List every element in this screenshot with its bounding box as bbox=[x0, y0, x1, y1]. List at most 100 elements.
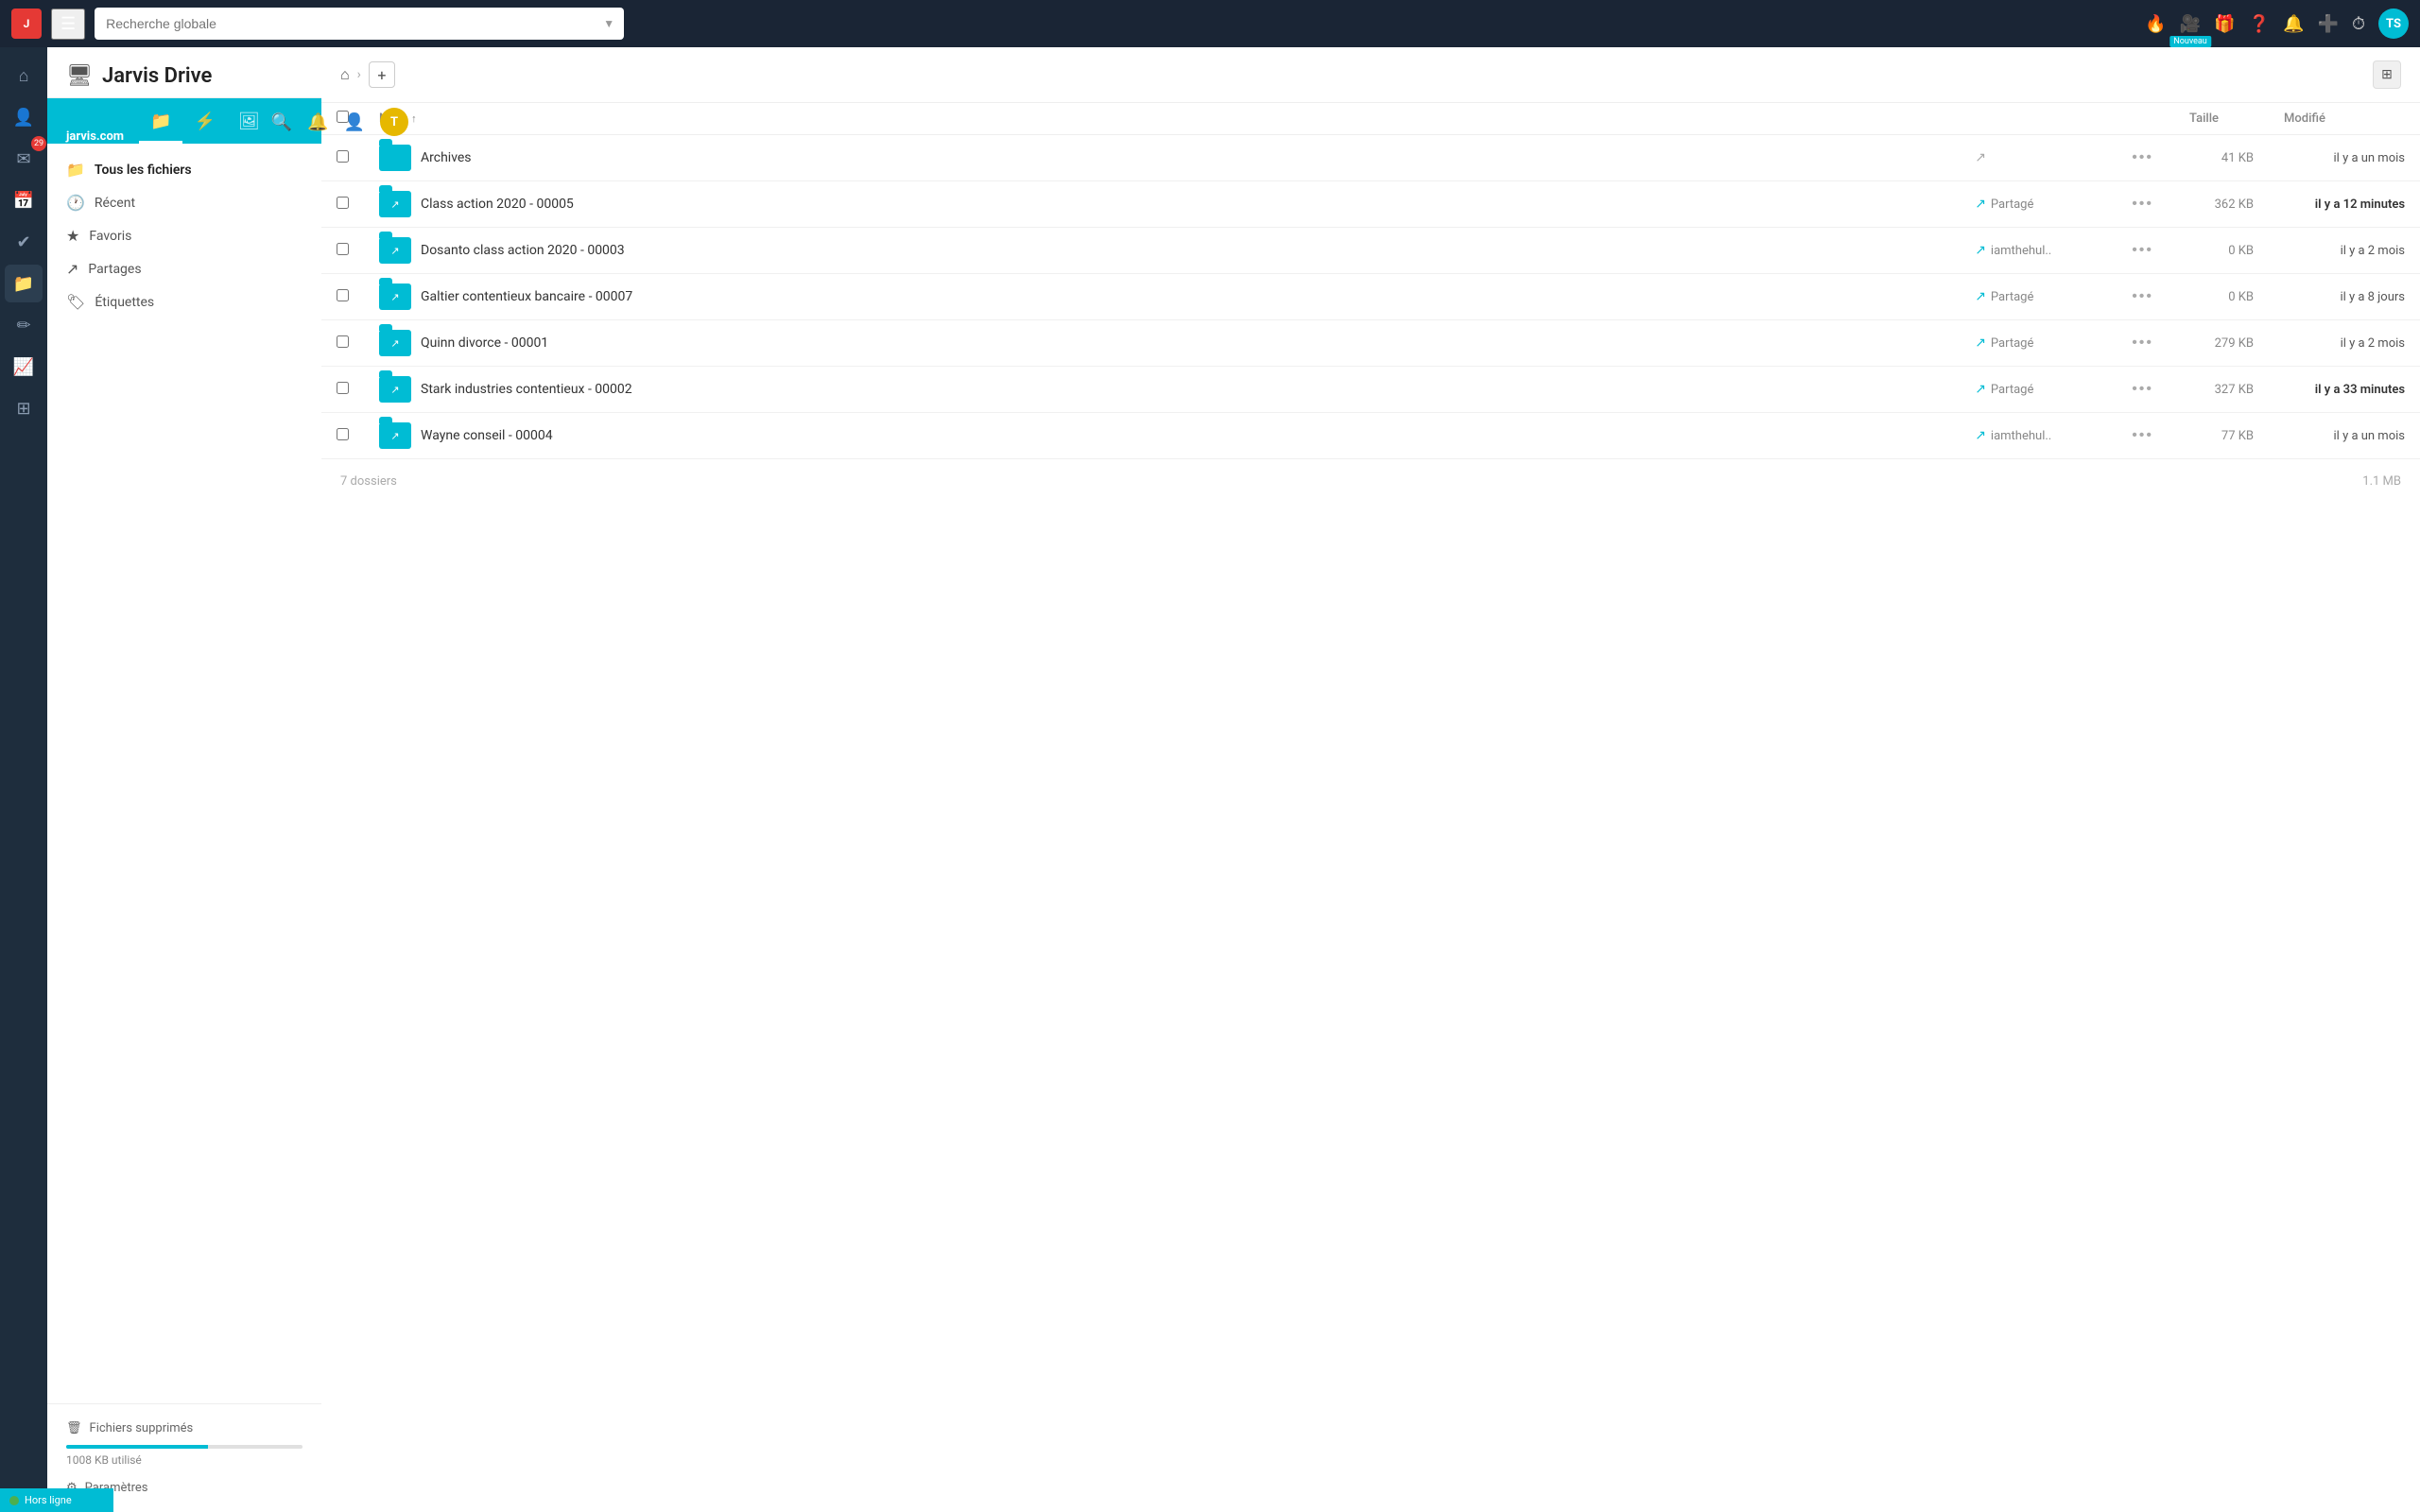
file-modified: il y a 8 jours bbox=[2340, 290, 2405, 304]
row-size-cell: 0 KB bbox=[2174, 228, 2269, 274]
help-icon[interactable]: ❓ bbox=[2249, 14, 2270, 34]
row-checkbox[interactable] bbox=[337, 150, 349, 163]
sidebar-icon-chart[interactable]: 📈 bbox=[5, 348, 43, 386]
drive-title: Jarvis Drive bbox=[102, 64, 212, 88]
row-share-cell: ↗ bbox=[1960, 135, 2111, 181]
row-checkbox[interactable] bbox=[337, 289, 349, 301]
sidebar-icon-drive[interactable]: 📁 bbox=[5, 265, 43, 302]
file-row-name[interactable]: Archives bbox=[379, 145, 1945, 171]
row-check-cell bbox=[321, 320, 364, 367]
nav-all-files[interactable]: 📁 Tous les fichiers bbox=[47, 153, 321, 186]
share-icon: ↗ bbox=[1975, 289, 1986, 304]
more-options-button[interactable]: ••• bbox=[2126, 194, 2159, 215]
row-share-cell: ↗ Partagé bbox=[1960, 367, 2111, 413]
drive-header-icon: 🖥 bbox=[66, 64, 93, 88]
sidebar-icon-people[interactable]: 👤 bbox=[5, 98, 43, 136]
share-info: ↗ Partagé bbox=[1975, 289, 2096, 304]
trash-icon: 🗑 bbox=[66, 1421, 82, 1435]
video-icon[interactable]: 🎥 Nouveau bbox=[2180, 14, 2201, 34]
nav-tags[interactable]: 🏷 Étiquettes bbox=[47, 285, 321, 318]
breadcrumb-home[interactable]: ⌂ bbox=[340, 65, 350, 84]
sidebar-icon-calendar[interactable]: 📅 bbox=[5, 181, 43, 219]
share-label: Partagé bbox=[1991, 290, 2033, 304]
sidebar-icon-tasks[interactable]: ✔ bbox=[5, 223, 43, 261]
col-header-size[interactable]: Taille bbox=[2174, 103, 2269, 135]
nav-recent[interactable]: 🕐 Récent bbox=[47, 186, 321, 219]
tab-activity[interactable]: ⚡ bbox=[182, 106, 226, 144]
row-more-cell: ••• bbox=[2111, 367, 2174, 413]
row-name-cell: ↗ Class action 2020 - 00005 bbox=[364, 181, 1960, 228]
share-info: ↗ Partagé bbox=[1975, 335, 2096, 351]
grid-view-button[interactable]: ⊞ bbox=[2373, 60, 2401, 89]
tab-user-icon[interactable]: 👤 bbox=[344, 112, 365, 132]
gift-icon[interactable]: 🎁 bbox=[2214, 14, 2235, 34]
file-size: 279 KB bbox=[2215, 336, 2254, 351]
share-info: ↗ iamthehul.. bbox=[1975, 428, 2096, 443]
folder-share-icon: ↗ bbox=[379, 237, 411, 264]
tab-media[interactable]: 🖼 bbox=[227, 106, 271, 144]
breadcrumb-add-icon: + bbox=[377, 66, 386, 84]
chat-status-dot bbox=[9, 1496, 19, 1505]
nav-shares[interactable]: ↗ Partages bbox=[47, 252, 321, 285]
row-modified-cell: il y a 2 mois bbox=[2269, 228, 2420, 274]
row-check-cell bbox=[321, 367, 364, 413]
row-check-cell bbox=[321, 228, 364, 274]
row-checkbox[interactable] bbox=[337, 428, 349, 440]
row-name-cell: Archives bbox=[364, 135, 1960, 181]
chat-widget[interactable]: Hors ligne bbox=[0, 1488, 113, 1512]
sidebar-icon-edit[interactable]: ✏ bbox=[5, 306, 43, 344]
row-checkbox[interactable] bbox=[337, 197, 349, 209]
app-logo[interactable]: J bbox=[11, 9, 42, 39]
plus-icon[interactable]: ➕ bbox=[2318, 14, 2339, 34]
file-row-name[interactable]: ↗ Wayne conseil - 00004 bbox=[379, 422, 1945, 449]
row-checkbox[interactable] bbox=[337, 382, 349, 394]
row-name-cell: ↗ Galtier contentieux bancaire - 00007 bbox=[364, 274, 1960, 320]
deleted-files-item[interactable]: 🗑 Fichiers supprimés bbox=[66, 1416, 302, 1441]
row-check-cell bbox=[321, 181, 364, 228]
more-options-button[interactable]: ••• bbox=[2126, 379, 2159, 400]
jarvis-tabs-right: 🔍 🔔 👤 T bbox=[271, 108, 408, 144]
folder-count: 7 dossiers bbox=[340, 474, 397, 489]
tab-avatar[interactable]: T bbox=[380, 108, 408, 136]
deleted-files-label: Fichiers supprimés bbox=[90, 1421, 194, 1435]
sidebar-icon-mail[interactable]: ✉ bbox=[5, 140, 43, 178]
share-label: iamthehul.. bbox=[1991, 244, 2051, 258]
file-row-name[interactable]: ↗ Galtier contentieux bancaire - 00007 bbox=[379, 284, 1945, 310]
more-options-button[interactable]: ••• bbox=[2126, 425, 2159, 446]
file-row-name[interactable]: ↗ Quinn divorce - 00001 bbox=[379, 330, 1945, 356]
row-checkbox[interactable] bbox=[337, 335, 349, 348]
storage-bar-wrap: 1008 KB utilisé bbox=[66, 1441, 302, 1475]
col-header-share bbox=[1960, 103, 2111, 135]
clock-icon[interactable]: ⏱ bbox=[2352, 14, 2365, 34]
fire-icon[interactable]: 🔥 bbox=[2145, 14, 2166, 34]
nav-tags-label: Étiquettes bbox=[95, 295, 154, 310]
file-modified: il y a 12 minutes bbox=[2315, 198, 2405, 212]
file-modified: il y a 33 minutes bbox=[2315, 383, 2405, 397]
file-name-label: Dosanto class action 2020 - 00003 bbox=[421, 243, 625, 258]
more-options-button[interactable]: ••• bbox=[2126, 147, 2159, 168]
nav-favorites[interactable]: ★ Favoris bbox=[47, 219, 321, 252]
file-row-name[interactable]: ↗ Stark industries contentieux - 00002 bbox=[379, 376, 1945, 403]
sidebar-icon-grid[interactable]: ⊞ bbox=[5, 389, 43, 427]
file-table: Nom ↑ Taille Modifié Archives bbox=[321, 103, 2420, 459]
bell-icon[interactable]: 🔔 bbox=[2283, 14, 2304, 34]
more-options-button[interactable]: ••• bbox=[2126, 240, 2159, 261]
col-header-modified[interactable]: Modifié bbox=[2269, 103, 2420, 135]
file-row-name[interactable]: ↗ Dosanto class action 2020 - 00003 bbox=[379, 237, 1945, 264]
hamburger-button[interactable]: ☰ bbox=[51, 9, 85, 40]
user-avatar[interactable]: TS bbox=[2378, 9, 2409, 39]
tab-search-icon[interactable]: 🔍 bbox=[271, 112, 292, 132]
row-checkbox[interactable] bbox=[337, 243, 349, 255]
more-options-button[interactable]: ••• bbox=[2126, 286, 2159, 307]
folder-share-icon: ↗ bbox=[379, 191, 411, 217]
tab-files[interactable]: 📁 bbox=[139, 106, 182, 144]
tab-bell-icon[interactable]: 🔔 bbox=[307, 112, 328, 132]
file-row-name[interactable]: ↗ Class action 2020 - 00005 bbox=[379, 191, 1945, 217]
storage-bar-fill bbox=[66, 1445, 208, 1449]
sidebar-icon-home[interactable]: ⌂ bbox=[5, 57, 43, 94]
more-options-button[interactable]: ••• bbox=[2126, 333, 2159, 353]
col-header-name[interactable]: Nom ↑ bbox=[364, 103, 1960, 135]
jarvis-tabs-bar: jarvis.com 📁 ⚡ 🖼 🔍 🔔 👤 T bbox=[47, 98, 321, 144]
breadcrumb-add-button[interactable]: + bbox=[369, 61, 395, 88]
search-input[interactable] bbox=[95, 8, 624, 40]
